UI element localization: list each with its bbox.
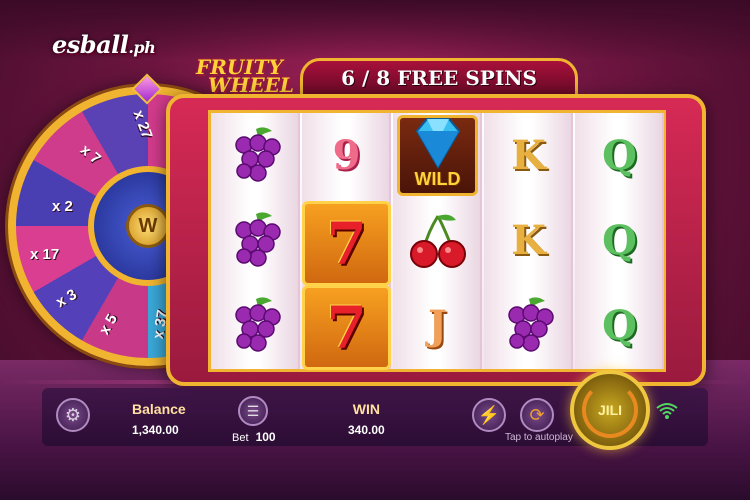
autoplay-icon[interactable]: ⟳ [520, 398, 554, 432]
game-title-line2: WHEEL [208, 73, 294, 97]
bet-value: 100 [255, 430, 276, 444]
wheel-center-w-icon: W [126, 204, 170, 248]
bet-block[interactable]: Bet 100 [232, 430, 276, 444]
balance-block: Balance 1,340.00 [132, 401, 186, 437]
symbol-queen: Q [575, 198, 664, 283]
symbol-queen: Q [575, 283, 664, 368]
cherries-icon [393, 198, 482, 283]
king-label: K [511, 132, 546, 179]
win-label: WIN [352, 401, 380, 417]
wifi-icon [656, 402, 678, 425]
free-spins-banner: 6 / 8 FREE SPINS [300, 58, 578, 98]
diamond-icon [415, 118, 461, 169]
wheel-segment: x 17 [30, 246, 60, 263]
reel-5: Q Q Q [575, 113, 664, 369]
settings-gear-icon[interactable]: ⚙ [56, 398, 90, 432]
reel-4: K K [484, 113, 573, 369]
symbol-king: K [484, 198, 573, 283]
queen-label: Q [602, 217, 637, 264]
autoplay-hint: Tap to autoplay [505, 432, 573, 443]
queen-label: Q [602, 302, 637, 349]
grapes-icon [211, 113, 300, 198]
grapes-icon [211, 283, 300, 368]
win-block: WIN 340.00 [348, 401, 385, 437]
turbo-lightning-icon[interactable]: ⚡ [472, 398, 506, 432]
game-scene: esball.ph x 27 x 7 x 2 x 17 x 3 x 5 x 37… [0, 0, 750, 500]
queen-label: Q [602, 132, 637, 179]
brand-name: esball [52, 30, 129, 59]
symbol-nine: 9 [302, 113, 391, 198]
game-title: FRUITY WHEEL [196, 57, 294, 97]
reel-window: 9 7 7 WILD J K K Q Q Q [208, 110, 666, 372]
balance-value: 1,340.00 [132, 423, 179, 437]
king-label: K [511, 217, 546, 264]
reel-1 [211, 113, 300, 369]
brand-suffix: .ph [128, 38, 156, 57]
jack-label: J [428, 302, 447, 349]
coin-stack-icon[interactable]: ☰ [238, 396, 268, 426]
symbol-seven: 7 [302, 201, 391, 286]
bet-label: Bet [232, 432, 249, 444]
grapes-icon [211, 198, 300, 283]
spin-button[interactable]: JILI [570, 370, 650, 450]
symbol-queen: Q [575, 113, 664, 198]
symbol-seven: 7 [302, 285, 391, 370]
symbol-wild: WILD [393, 113, 482, 198]
wheel-segment: x 2 [52, 198, 73, 215]
seven-label: 7 [326, 293, 367, 362]
win-value: 340.00 [348, 423, 385, 437]
symbol-king: K [484, 113, 573, 198]
balance-label: Balance [132, 401, 186, 417]
wild-label: WILD [414, 169, 461, 189]
symbol-jack: J [393, 283, 482, 368]
grapes-icon [484, 283, 573, 368]
spin-label: JILI [597, 402, 623, 418]
reel-2: 9 7 7 [302, 113, 391, 370]
reel-3: WILD J [393, 113, 482, 369]
brand-logo: esball.ph [52, 30, 156, 60]
nine-label: 9 [332, 132, 361, 179]
seven-label: 7 [326, 209, 367, 278]
